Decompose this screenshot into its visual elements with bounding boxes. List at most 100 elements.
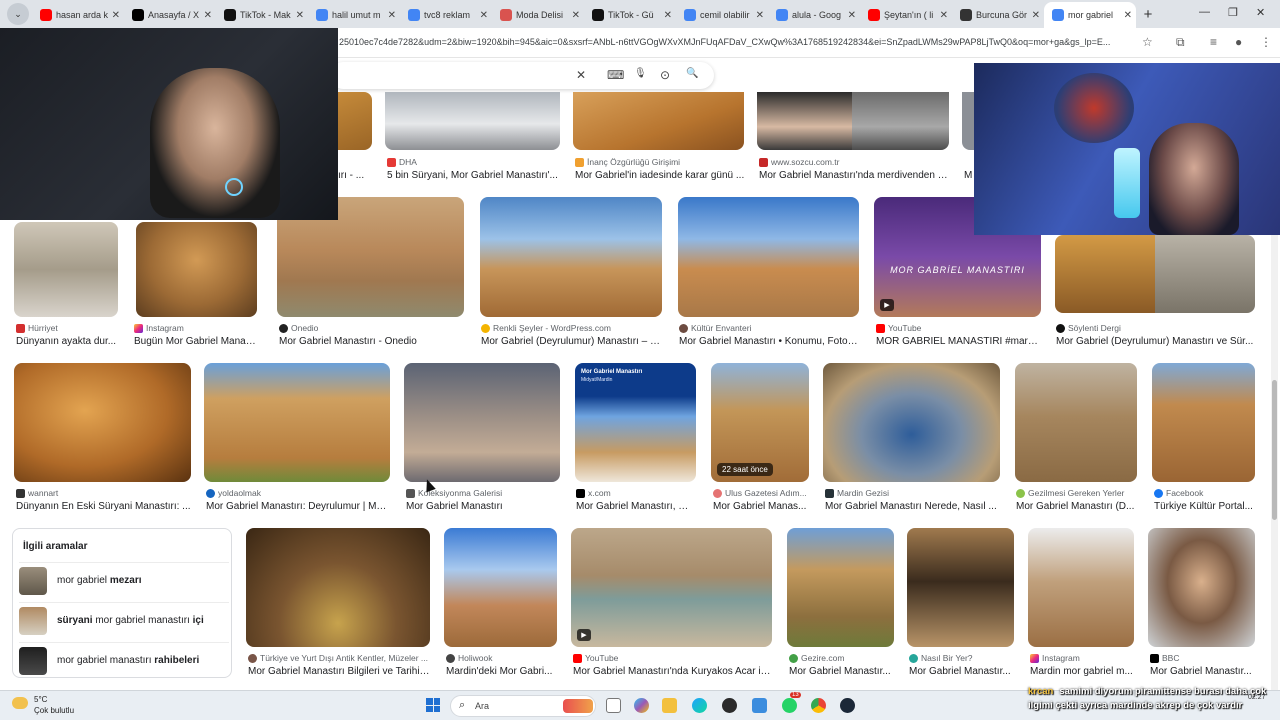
image-result[interactable]	[678, 197, 859, 318]
profile-avatar-icon[interactable]: ●	[1235, 35, 1242, 49]
tab-close-icon[interactable]: ✕	[664, 10, 672, 21]
tab-close-icon[interactable]: ✕	[480, 10, 488, 21]
steam-icon[interactable]	[840, 698, 855, 713]
browser-tab[interactable]: hasan arda k ✕	[32, 2, 124, 28]
google-lens-icon[interactable]: ⊙	[660, 68, 670, 82]
windows-start-icon[interactable]	[426, 698, 440, 712]
tab-search-button[interactable]: ⌄	[7, 3, 29, 25]
app-icon[interactable]	[722, 698, 737, 713]
image-result[interactable]	[907, 528, 1014, 648]
address-bar[interactable]: 25010ec7c4de7282&udm=2&biw=1920&bih=945&…	[339, 37, 1134, 47]
browser-tab[interactable]: mor gabriel ✕	[1044, 2, 1136, 28]
youtube-logo-icon	[876, 323, 885, 333]
related-search-item[interactable]: mor gabriel manastırı rahibeleri	[19, 642, 229, 678]
search-submit-icon[interactable]: 🔍	[686, 68, 698, 79]
browser-tab[interactable]: Şeytan'ın ( li ✕	[860, 2, 952, 28]
image-result[interactable]	[14, 363, 191, 483]
tab-label: Burcuna Gör	[976, 10, 1028, 20]
image-result-video[interactable]: ▶	[571, 528, 772, 648]
new-tab-button[interactable]: +	[1136, 6, 1160, 23]
related-search-item[interactable]: süryani mor gabriel manastırı içi	[19, 602, 229, 638]
edge-browser-icon[interactable]	[692, 698, 707, 713]
tab-close-icon[interactable]: ✕	[296, 10, 304, 21]
tab-close-icon[interactable]: ✕	[572, 10, 580, 21]
image-result[interactable]: 22 saat önce	[711, 363, 809, 483]
image-result[interactable]	[1015, 363, 1137, 483]
tab-label: Şeytan'ın ( li	[884, 10, 934, 20]
extensions-icon[interactable]: ⧉	[1176, 35, 1185, 50]
minimize-button[interactable]: —	[1199, 6, 1210, 18]
image-result[interactable]	[404, 363, 560, 483]
image-result[interactable]	[1152, 363, 1255, 483]
image-result[interactable]	[136, 222, 257, 318]
taskbar-search[interactable]: ⌕ Ara	[450, 695, 596, 717]
keyboard-icon[interactable]: ⌨	[607, 68, 624, 82]
result-source: Mardin Gezisi	[825, 488, 1000, 498]
image-result-partial-right[interactable]	[962, 92, 974, 152]
task-view-icon[interactable]	[606, 698, 621, 713]
clear-search-icon[interactable]: ✕	[576, 68, 586, 82]
browser-tab[interactable]: cemil olabilir ✕	[676, 2, 768, 28]
tab-close-icon[interactable]: ✕	[940, 10, 948, 21]
hurriyet-logo-icon	[16, 323, 25, 333]
tab-close-icon[interactable]: ✕	[756, 10, 764, 21]
browser-tab[interactable]: Burcuna Gör ✕	[952, 2, 1044, 28]
scrollbar-thumb[interactable]	[1272, 380, 1277, 520]
image-result[interactable]	[14, 222, 118, 318]
result-thumbnail	[1028, 528, 1134, 647]
tab-close-icon[interactable]: ✕	[1032, 10, 1040, 21]
image-result[interactable]	[757, 92, 949, 152]
image-result[interactable]	[787, 528, 894, 648]
image-result[interactable]	[823, 363, 1000, 483]
image-result[interactable]	[480, 197, 662, 318]
chrome-icon[interactable]	[811, 698, 826, 713]
weather-cloud-icon[interactable]	[12, 697, 28, 709]
search-box[interactable]: ✕ ⌨ 🎙 ⊙ 🔍	[330, 62, 714, 89]
image-result[interactable]	[385, 92, 560, 152]
tab-label: TikTok - Gü	[608, 10, 654, 20]
image-result[interactable]	[1148, 528, 1255, 648]
result-source-label: YouTube	[585, 653, 619, 663]
page-scrollbar[interactable]	[1271, 235, 1278, 690]
browser-tab[interactable]: Anasayfa / X ✕	[124, 2, 216, 28]
window-close-button[interactable]: ✕	[1256, 6, 1265, 19]
whatsapp-icon[interactable]: 13	[782, 692, 801, 713]
media-control-icon[interactable]: ≡	[1210, 35, 1217, 49]
stream-chat-overlay: krcan samimi diyorum piramittense burası …	[1028, 685, 1280, 713]
tab-close-icon[interactable]: ✕	[388, 10, 396, 21]
image-result[interactable]	[1028, 528, 1134, 648]
image-result-partial-left[interactable]	[338, 92, 372, 152]
result-source: wannart	[16, 488, 191, 498]
result-source-label: Facebook	[1166, 488, 1204, 498]
weather-description[interactable]: Çok bulutlu	[34, 706, 74, 715]
image-result[interactable]	[204, 363, 390, 483]
result-source: Onedio	[279, 323, 464, 333]
microphone-icon[interactable]: 🎙	[634, 68, 647, 79]
browser-tab[interactable]: TikTok - Gü ✕	[584, 2, 676, 28]
image-result[interactable]	[444, 528, 557, 648]
bookmark-star-icon[interactable]: ☆	[1142, 35, 1153, 49]
result-caption: Mor Gabriel Manastır...	[789, 666, 891, 677]
weather-temperature[interactable]: 5°C	[34, 695, 47, 704]
image-result[interactable]	[1055, 235, 1255, 315]
image-result[interactable]	[246, 528, 430, 648]
tab-close-icon[interactable]: ✕	[1124, 10, 1132, 21]
tab-close-icon[interactable]: ✕	[204, 10, 212, 21]
browser-tab[interactable]: alula - Goog ✕	[768, 2, 860, 28]
file-explorer-icon[interactable]	[662, 698, 677, 713]
browser-tab[interactable]: Moda Delisi ✕	[492, 2, 584, 28]
browser-menu-icon[interactable]: ⋮	[1260, 35, 1272, 49]
tab-label: hasan arda k	[56, 10, 109, 20]
tab-close-icon[interactable]: ✕	[112, 10, 120, 21]
browser-tab[interactable]: tvc8 reklam ✕	[400, 2, 492, 28]
image-result[interactable]	[573, 92, 744, 152]
copilot-icon[interactable]	[634, 698, 649, 713]
microsoft-store-icon[interactable]	[752, 698, 767, 713]
browser-tab[interactable]: TikTok - Mak ✕	[216, 2, 308, 28]
tab-close-icon[interactable]: ✕	[848, 10, 856, 21]
restore-button[interactable]: ❐	[1228, 6, 1238, 19]
browser-tab[interactable]: halil umut m ✕	[308, 2, 400, 28]
image-result[interactable]: Mor Gabriel Manastırı Midyat/Mardin	[575, 363, 696, 483]
related-search-item[interactable]: mor gabriel mezarı	[19, 562, 229, 598]
post-title: Mor Gabriel Manastırı	[581, 369, 643, 375]
